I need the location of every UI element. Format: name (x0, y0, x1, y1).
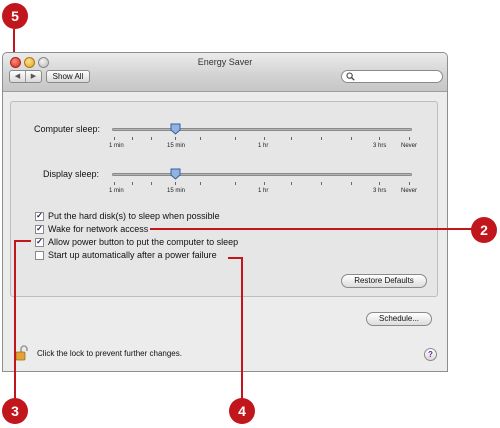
checkbox-checked[interactable]: ✓ (35, 224, 44, 234)
display-sleep-label: Display sleep: (43, 169, 100, 179)
callout-4: 4 (229, 398, 255, 424)
search-field[interactable] (341, 70, 443, 83)
tick-label: 1 hr (258, 188, 269, 194)
titlebar: Energy Saver ◀ ▶ Show All (3, 53, 447, 92)
display-sleep-track[interactable] (112, 173, 412, 176)
option-power-button-sleep[interactable]: ✓ Allow power button to put the computer… (35, 236, 238, 248)
computer-sleep-label: Computer sleep: (34, 124, 101, 134)
settings-panel: Computer sleep: 1 min 15 min 1 hr 3 hrs … (10, 101, 438, 297)
window-title: Energy Saver (197, 57, 253, 67)
search-icon (346, 72, 355, 81)
checkbox-checked[interactable]: ✓ (35, 237, 44, 247)
callout-4-line (241, 257, 243, 400)
energy-saver-window: Energy Saver ◀ ▶ Show All Computer sleep… (2, 52, 448, 372)
checkbox-checked[interactable]: ✓ (35, 211, 44, 221)
tick-label: 1 hr (258, 143, 269, 149)
computer-sleep-knob[interactable] (170, 123, 181, 135)
display-sleep-knob[interactable] (170, 168, 181, 180)
tick-label: 15 min (167, 143, 186, 149)
option-label: Put the hard disk(s) to sleep when possi… (48, 211, 220, 221)
callout-3: 3 (2, 398, 28, 424)
show-all-button[interactable]: Show All (46, 70, 90, 83)
back-forward-control: ◀ ▶ (9, 70, 42, 83)
callout-3-line (14, 240, 16, 400)
tick-label: 3 hrs (373, 188, 387, 194)
option-label: Start up automatically after a power fai… (48, 250, 217, 260)
forward-icon[interactable]: ▶ (26, 71, 41, 82)
option-wake-network[interactable]: ✓ Wake for network access (35, 223, 148, 235)
option-startup-after-power-failure[interactable]: Start up automatically after a power fai… (35, 249, 217, 261)
lock-open-icon[interactable] (15, 345, 29, 361)
option-label: Wake for network access (48, 224, 149, 234)
lock-text: Click the lock to prevent further change… (37, 348, 182, 358)
tick-label: Never (401, 143, 418, 149)
tick-label: Never (401, 188, 418, 194)
option-label: Allow power button to put the computer t… (48, 237, 239, 247)
schedule-button[interactable]: Schedule... (366, 312, 432, 326)
option-hard-disk-sleep[interactable]: ✓ Put the hard disk(s) to sleep when pos… (35, 210, 220, 222)
tick-label: 1 min (109, 188, 124, 194)
checkbox-unchecked[interactable] (35, 250, 44, 260)
callout-2-line (150, 228, 473, 230)
tick-label: 15 min (167, 188, 186, 194)
tick-label: 1 min (109, 143, 124, 149)
lock-row: Click the lock to prevent further change… (15, 345, 182, 361)
restore-defaults-button[interactable]: Restore Defaults (341, 274, 427, 288)
help-button[interactable]: ? (424, 348, 437, 361)
callout-3-line (14, 240, 31, 242)
callout-2: 2 (471, 217, 497, 243)
tick-label: 3 hrs (373, 143, 387, 149)
back-icon[interactable]: ◀ (10, 71, 26, 82)
computer-sleep-track[interactable] (112, 128, 412, 131)
callout-5: 5 (2, 3, 28, 29)
